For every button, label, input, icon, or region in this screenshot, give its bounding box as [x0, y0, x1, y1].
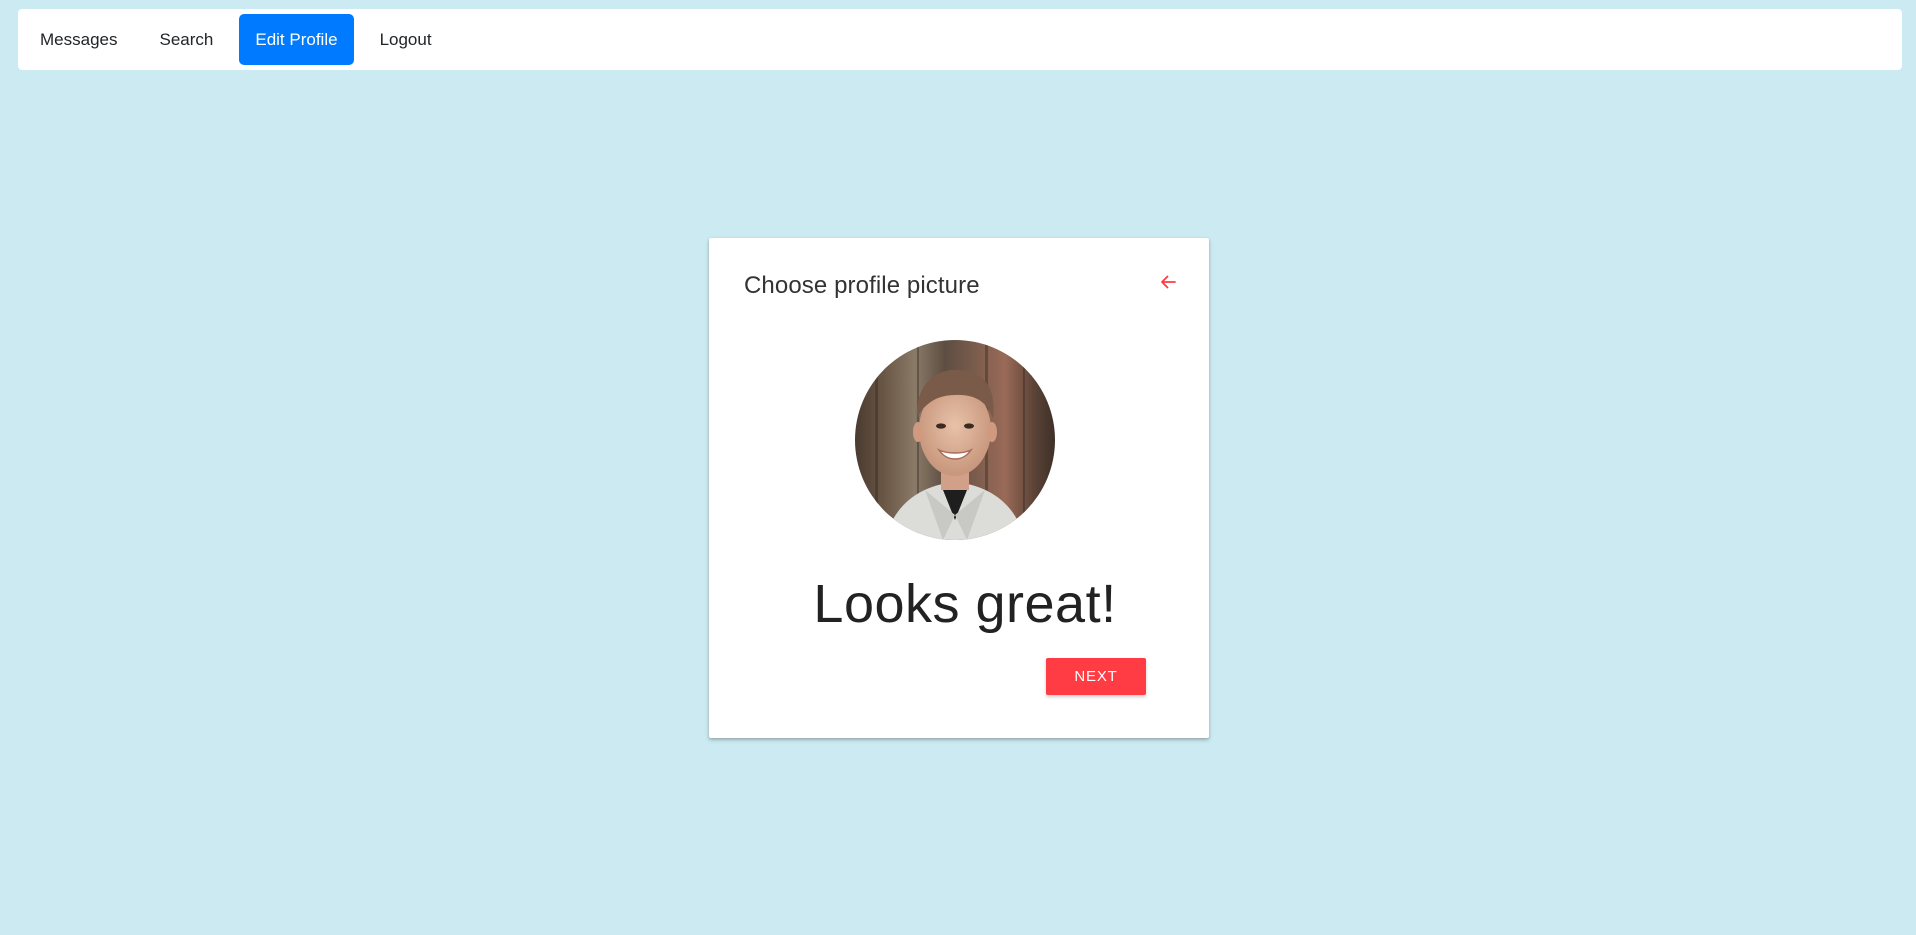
profile-picture-card: Choose profile picture Looks great! NEXT	[709, 238, 1209, 738]
nav-item-edit-profile[interactable]: Edit Profile	[239, 14, 354, 65]
back-button[interactable]	[1154, 268, 1182, 296]
next-button[interactable]: NEXT	[1046, 658, 1146, 695]
nav-item-logout[interactable]: Logout	[364, 14, 448, 65]
nav-item-messages[interactable]: Messages	[24, 14, 133, 65]
arrow-left-icon	[1161, 275, 1176, 289]
confirmation-headline: Looks great!	[813, 574, 1117, 634]
top-navbar: Messages Search Edit Profile Logout	[18, 9, 1902, 70]
profile-photo	[855, 340, 1055, 540]
nav-item-search[interactable]: Search	[143, 14, 229, 65]
avatar	[855, 340, 1055, 540]
card-title: Choose profile picture	[744, 272, 980, 299]
